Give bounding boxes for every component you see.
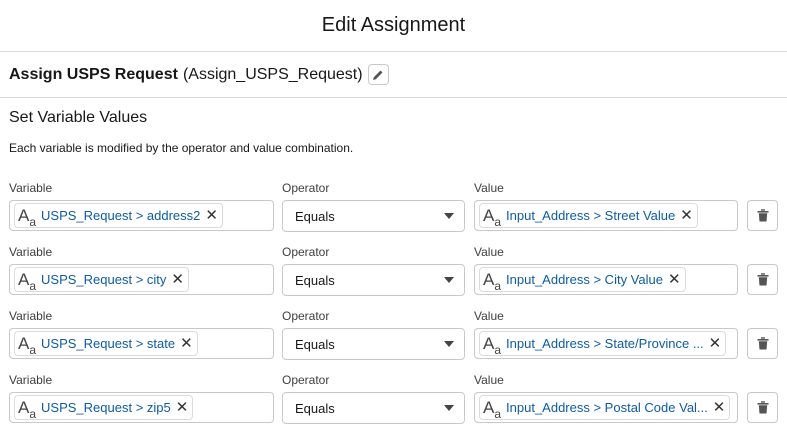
close-icon[interactable]: ✕ [709, 336, 722, 351]
text-type-icon: Aa [18, 398, 37, 420]
value-field[interactable]: Aa Input_Address > City Value ✕ [474, 264, 738, 295]
close-icon[interactable]: ✕ [668, 272, 681, 287]
trash-icon [757, 401, 768, 414]
value-label: Value [474, 181, 504, 195]
variable-field[interactable]: Aa USPS_Request > city ✕ [9, 264, 274, 295]
variable-field[interactable]: Aa USPS_Request > state ✕ [9, 328, 274, 359]
operator-select[interactable]: Equals [282, 264, 465, 296]
close-icon[interactable]: ✕ [176, 400, 189, 415]
variable-field[interactable]: Aa USPS_Request > address2 ✕ [9, 200, 274, 231]
variable-label: Variable [9, 181, 53, 195]
chevron-down-icon [444, 277, 454, 283]
value-label: Value [474, 245, 504, 259]
close-icon[interactable]: ✕ [205, 208, 218, 223]
value-pill: Aa Input_Address > City Value ✕ [479, 267, 686, 292]
text-type-icon: Aa [483, 334, 502, 356]
variable-pill-label: USPS_Request > address2 [41, 208, 201, 223]
text-type-icon: Aa [483, 270, 502, 292]
value-pill-label: Input_Address > Street Value [506, 208, 676, 223]
operator-value: Equals [295, 272, 335, 288]
variable-pill-label: USPS_Request > zip5 [41, 400, 171, 415]
section-heading: Set Variable Values [9, 109, 148, 126]
variable-pill: Aa USPS_Request > zip5 ✕ [14, 395, 194, 420]
delete-row-button[interactable] [747, 264, 778, 295]
value-field[interactable]: Aa Input_Address > Postal Code Val... ✕ [474, 392, 738, 423]
assignment-row: Variable Operator Value Aa USPS_Request … [9, 373, 779, 435]
close-icon[interactable]: ✕ [180, 336, 193, 351]
delete-row-button[interactable] [747, 200, 778, 231]
operator-label: Operator [282, 309, 330, 323]
trash-icon [757, 337, 768, 350]
operator-value: Equals [295, 400, 335, 416]
assignment-row: Variable Operator Value Aa USPS_Request … [9, 245, 779, 307]
operator-value: Equals [295, 208, 335, 224]
trash-icon [757, 273, 768, 286]
text-type-icon: Aa [483, 206, 502, 228]
value-pill-label: Input_Address > City Value [506, 272, 663, 287]
assignment-row: Variable Operator Value Aa USPS_Request … [9, 309, 779, 371]
variable-pill: Aa USPS_Request > state ✕ [14, 331, 198, 356]
pencil-icon [373, 70, 383, 80]
value-pill: Aa Input_Address > Street Value ✕ [479, 203, 698, 228]
text-type-icon: Aa [18, 334, 37, 356]
assignment-row: Variable Operator Value Aa USPS_Request … [9, 181, 779, 243]
text-type-icon: Aa [483, 398, 502, 420]
variable-field[interactable]: Aa USPS_Request > zip5 ✕ [9, 392, 274, 423]
variable-pill: Aa USPS_Request > address2 ✕ [14, 203, 223, 228]
operator-select[interactable]: Equals [282, 328, 465, 360]
variable-pill-label: USPS_Request > city [41, 272, 167, 287]
element-name-row: Assign USPS Request (Assign_USPS_Request… [0, 52, 787, 98]
value-pill-label: Input_Address > Postal Code Val... [506, 400, 708, 415]
edit-name-button[interactable] [367, 64, 389, 85]
operator-label: Operator [282, 181, 330, 195]
value-field[interactable]: Aa Input_Address > State/Province ... ✕ [474, 328, 738, 359]
close-icon[interactable]: ✕ [171, 272, 184, 287]
variable-label: Variable [9, 245, 53, 259]
variable-pill-label: USPS_Request > state [41, 336, 176, 351]
variable-pill: Aa USPS_Request > city ✕ [14, 267, 189, 292]
operator-select[interactable]: Equals [282, 392, 465, 424]
chevron-down-icon [444, 405, 454, 411]
chevron-down-icon [444, 341, 454, 347]
value-field[interactable]: Aa Input_Address > Street Value ✕ [474, 200, 738, 231]
delete-row-button[interactable] [747, 392, 778, 423]
value-label: Value [474, 309, 504, 323]
modal-title: Edit Assignment [321, 14, 466, 36]
set-variable-values-section: Set Variable Values Each variable is mod… [9, 109, 353, 155]
value-pill: Aa Input_Address > State/Province ... ✕ [479, 331, 727, 356]
chevron-down-icon [444, 213, 454, 219]
text-type-icon: Aa [18, 270, 37, 292]
value-pill-label: Input_Address > State/Province ... [506, 336, 704, 351]
delete-row-button[interactable] [747, 328, 778, 359]
operator-label: Operator [282, 373, 330, 387]
modal-header: Edit Assignment [0, 0, 787, 52]
trash-icon [757, 209, 768, 222]
section-description: Each variable is modified by the operato… [9, 141, 354, 155]
element-label: Assign USPS Request [9, 65, 178, 83]
value-pill: Aa Input_Address > Postal Code Val... ✕ [479, 395, 731, 420]
close-icon[interactable]: ✕ [713, 400, 726, 415]
operator-value: Equals [295, 336, 335, 352]
variable-label: Variable [9, 309, 53, 323]
close-icon[interactable]: ✕ [680, 208, 693, 223]
operator-label: Operator [282, 245, 330, 259]
variable-label: Variable [9, 373, 53, 387]
element-api-name: (Assign_USPS_Request) [182, 65, 363, 83]
value-label: Value [474, 373, 504, 387]
text-type-icon: Aa [18, 206, 37, 228]
operator-select[interactable]: Equals [282, 200, 465, 232]
